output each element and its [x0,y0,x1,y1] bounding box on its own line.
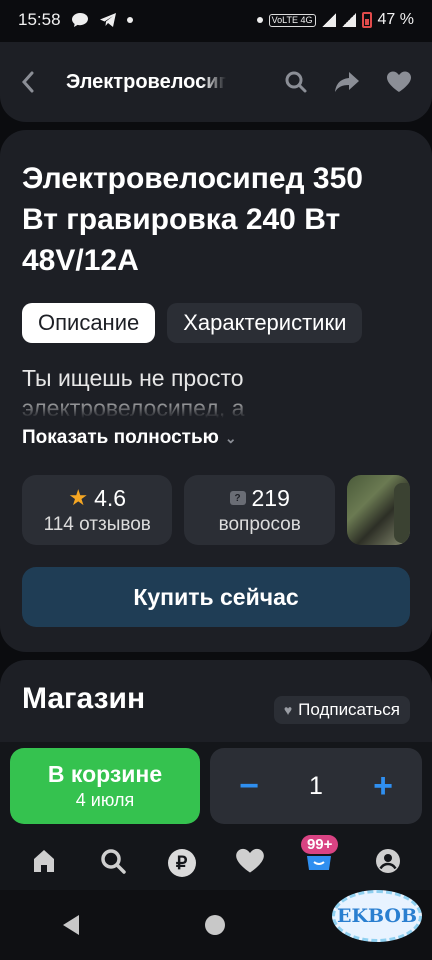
network-type-icon: VoLTE 4G [268,13,316,27]
questions-card[interactable]: ? 219 вопросов [184,475,335,545]
chevron-down-icon: ⌄ [224,429,237,446]
questions-label: вопросов [218,513,301,535]
signal-icon-2 [341,13,356,27]
product-title: Электровелосипед 350 Вт гравировка 240 В… [22,162,363,277]
rating-card[interactable]: ★ 4.6 114 отзывов [22,475,173,545]
status-time: 15:58 [18,10,61,29]
system-back-icon[interactable] [63,915,79,935]
telegram-icon [99,12,117,28]
review-photo-thumbnail[interactable] [346,475,410,545]
battery-percent: 47 % [377,11,414,28]
nav-profile[interactable] [368,843,408,883]
product-tabs: Описание Характеристики [22,303,410,343]
nav-payments[interactable]: ₽ [162,843,202,883]
favorite-heart-icon[interactable] [386,70,412,94]
status-bar: 15:58 VoLTE 4G 47 % [0,0,432,40]
decrement-button[interactable]: − [234,767,264,806]
profile-icon [374,847,402,880]
in-cart-button[interactable]: В корзине 4 июля [10,748,200,824]
product-stats: ★ 4.6 114 отзывов ? 219 вопросов [22,475,410,545]
increment-button[interactable]: + [368,767,398,806]
search-icon[interactable] [284,70,308,94]
watermark-logo: EKBOB [332,890,422,942]
home-icon [30,847,58,880]
questions-count: 219 [251,484,290,511]
show-more-label: Показать полностью [22,427,219,448]
nav-home[interactable] [24,843,64,883]
nav-favorites[interactable] [230,843,270,883]
delivery-date: 4 июля [75,790,135,810]
alarm-dot-icon [256,17,263,23]
in-cart-label: В корзине [47,761,163,787]
star-icon: ★ [68,485,89,510]
ruble-icon: ₽ [167,849,196,877]
battery-icon [361,12,372,28]
bottom-navigation: ₽ 99+ [0,835,432,890]
quantity-value: 1 [309,771,323,800]
cart-bar: В корзине 4 июля − 1 + [0,742,432,836]
chat-bubble-icon [71,12,89,28]
product-card: Электровелосипед 350 Вт гравировка 240 В… [0,130,432,652]
top-navigation: Электровелосипед 350 Вт гравировка 240 В… [0,42,432,122]
product-description: Ты ищешь не просто электровелосипед, а [22,365,245,421]
nav-search[interactable] [93,843,133,883]
subscribe-label: Подписаться [298,700,400,719]
reviews-count: 114 отзывов [43,513,151,535]
heart-icon: ♥ [283,702,293,718]
show-more-link[interactable]: Показать полностью ⌄ [22,427,410,449]
heart-icon [235,847,265,880]
signal-icon [321,13,336,27]
search-icon [99,847,127,880]
page-title: Электровелосипед 350 Вт гравировка 240 В… [66,70,226,93]
tab-characteristics[interactable]: Характеристики [167,303,363,343]
buy-now-button[interactable]: Купить сейчас [22,567,410,627]
system-home-icon[interactable] [205,915,225,935]
question-bubble-icon: ? [229,491,246,505]
back-chevron-icon[interactable] [20,70,54,94]
tab-description[interactable]: Описание [22,303,156,343]
rating-value: 4.6 [94,484,127,511]
subscribe-button[interactable]: ♥ Подписаться [273,696,410,724]
quantity-stepper: − 1 + [210,748,422,824]
notification-dot-icon [126,17,133,23]
nav-cart[interactable]: 99+ [299,835,339,883]
share-icon[interactable] [334,71,360,93]
cart-badge: 99+ [300,835,339,854]
